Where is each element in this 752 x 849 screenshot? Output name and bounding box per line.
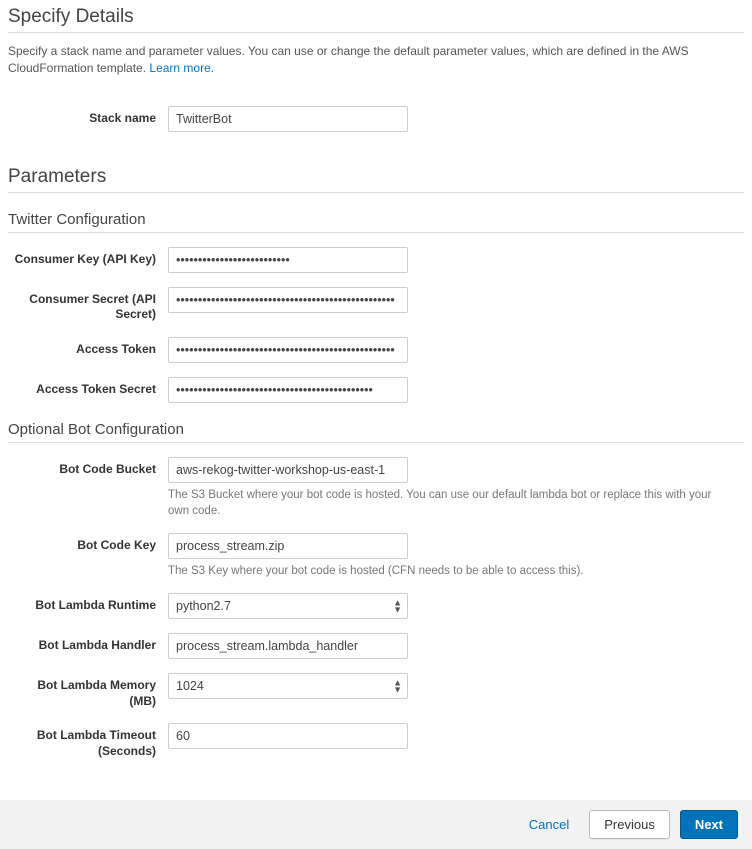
- access-token-secret-label: Access Token Secret: [8, 377, 168, 398]
- consumer-secret-label: Consumer Secret (API Secret): [8, 287, 168, 323]
- bot-bucket-input[interactable]: [168, 457, 408, 483]
- parameters-title: Parameters: [8, 166, 744, 188]
- twitter-config-title: Twitter Configuration: [8, 211, 744, 228]
- access-token-input[interactable]: [168, 337, 408, 363]
- stack-name-label: Stack name: [8, 106, 168, 127]
- consumer-secret-row: Consumer Secret (API Secret): [8, 287, 744, 323]
- next-button[interactable]: Next: [680, 810, 738, 839]
- stack-name-row: Stack name: [8, 106, 744, 132]
- bot-timeout-label: Bot Lambda Timeout (Seconds): [8, 723, 168, 759]
- divider: [8, 442, 744, 443]
- bot-config-title: Optional Bot Configuration: [8, 421, 744, 438]
- bot-memory-row: Bot Lambda Memory (MB) 1024 ▲▼: [8, 673, 744, 709]
- bot-bucket-label: Bot Code Bucket: [8, 457, 168, 478]
- previous-button[interactable]: Previous: [589, 810, 670, 839]
- access-token-label: Access Token: [8, 337, 168, 358]
- footer-bar: Cancel Previous Next: [0, 800, 752, 849]
- consumer-secret-input[interactable]: [168, 287, 408, 313]
- bot-key-help: The S3 Key where your bot code is hosted…: [168, 563, 728, 579]
- consumer-key-input[interactable]: [168, 247, 408, 273]
- divider: [8, 232, 744, 233]
- bot-key-label: Bot Code Key: [8, 533, 168, 554]
- bot-timeout-input[interactable]: [168, 723, 408, 749]
- stack-name-input[interactable]: [168, 106, 408, 132]
- access-token-secret-row: Access Token Secret: [8, 377, 744, 403]
- bot-runtime-select[interactable]: python2.7: [168, 593, 408, 619]
- bot-handler-label: Bot Lambda Handler: [8, 633, 168, 654]
- divider: [8, 32, 744, 33]
- description-text: Specify a stack name and parameter value…: [8, 44, 689, 75]
- bot-key-row: Bot Code Key The S3 Key where your bot c…: [8, 533, 744, 579]
- access-token-secret-input[interactable]: [168, 377, 408, 403]
- learn-more-link[interactable]: Learn more.: [149, 61, 214, 75]
- bot-handler-input[interactable]: [168, 633, 408, 659]
- access-token-row: Access Token: [8, 337, 744, 363]
- bot-bucket-row: Bot Code Bucket The S3 Bucket where your…: [8, 457, 744, 519]
- consumer-key-row: Consumer Key (API Key): [8, 247, 744, 273]
- page-description: Specify a stack name and parameter value…: [8, 43, 744, 78]
- bot-key-input[interactable]: [168, 533, 408, 559]
- bot-handler-row: Bot Lambda Handler: [8, 633, 744, 659]
- bot-timeout-row: Bot Lambda Timeout (Seconds): [8, 723, 744, 759]
- bot-bucket-help: The S3 Bucket where your bot code is hos…: [168, 487, 728, 519]
- page-title: Specify Details: [8, 6, 744, 28]
- divider: [8, 192, 744, 193]
- cancel-button[interactable]: Cancel: [519, 811, 579, 838]
- bot-memory-label: Bot Lambda Memory (MB): [8, 673, 168, 709]
- consumer-key-label: Consumer Key (API Key): [8, 247, 168, 268]
- bot-runtime-row: Bot Lambda Runtime python2.7 ▲▼: [8, 593, 744, 619]
- bot-runtime-label: Bot Lambda Runtime: [8, 593, 168, 614]
- bot-memory-select[interactable]: 1024: [168, 673, 408, 699]
